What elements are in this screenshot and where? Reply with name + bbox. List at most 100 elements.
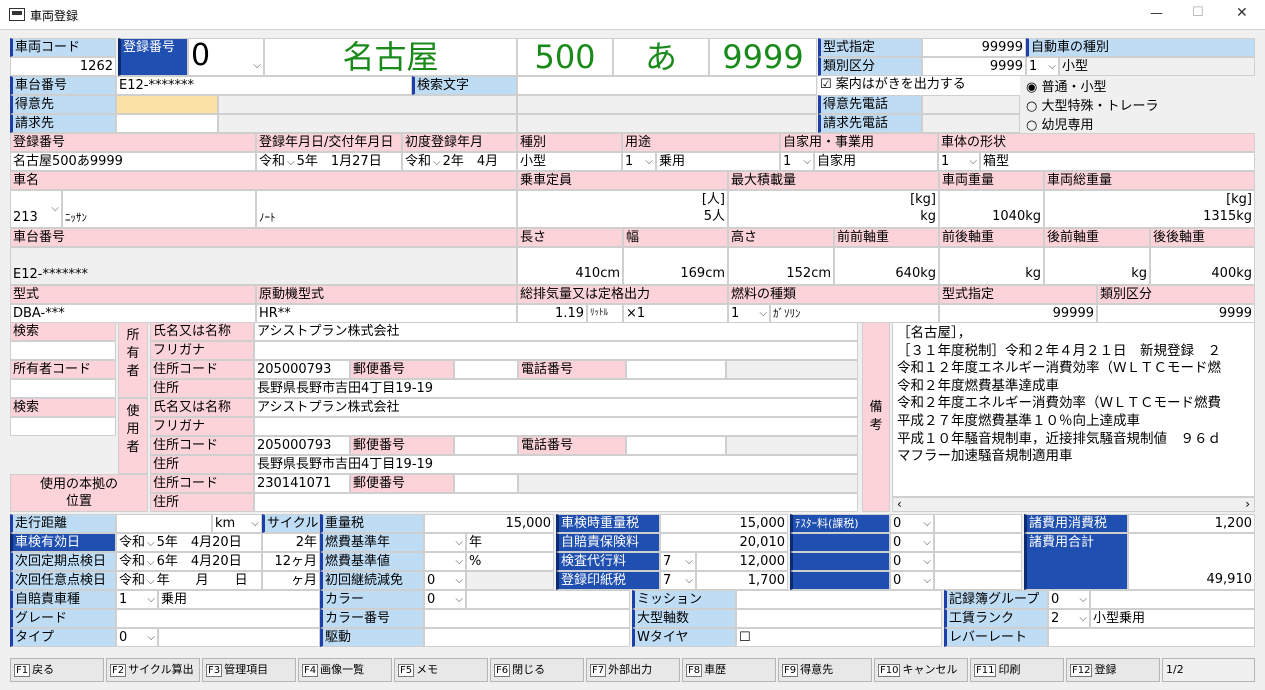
next-optional-months[interactable]: ヶ月 <box>262 571 320 590</box>
auto-type-select[interactable]: 1 ⌵ <box>1026 57 1059 76</box>
rf-axle-field[interactable]: kg <box>1044 247 1150 285</box>
o-addr-code-field[interactable]: 205000793 <box>254 360 350 379</box>
biz-select[interactable]: 1 ⌵ <box>780 152 814 171</box>
b-addr-code-field[interactable]: 230141071 <box>254 474 350 493</box>
type-field[interactable]: DBA-*** <box>10 304 256 323</box>
f9-customer-button[interactable]: F9 得意先 <box>778 658 872 682</box>
tester-fee-select[interactable]: 0 ⌵ <box>890 514 934 533</box>
kind-field[interactable]: 小型 <box>517 152 622 171</box>
customer-field[interactable] <box>116 95 218 114</box>
u-zip-field[interactable] <box>454 436 518 455</box>
category-field[interactable]: 9999 <box>922 57 1026 76</box>
wtire-checkbox[interactable]: ☐ <box>739 630 751 645</box>
color-value[interactable] <box>466 590 630 609</box>
f6-close-button[interactable]: F6 閉じる <box>490 658 584 682</box>
close-button[interactable]: ✕ <box>1236 5 1248 21</box>
inspect-weight-tax-field[interactable]: 15,000 <box>660 514 788 533</box>
lever-rate-field[interactable] <box>1048 628 1255 647</box>
scroll-left-icon[interactable]: ‹ <box>897 498 902 511</box>
u-addr-field[interactable]: 長野県長野市吉田4丁目19-19 <box>254 455 858 474</box>
type2-select[interactable]: 0 ⌵ <box>116 628 158 647</box>
o-tel-field[interactable] <box>626 360 726 379</box>
plate-kana-field[interactable]: あ <box>613 38 709 76</box>
width-field[interactable]: 169cm <box>623 247 728 285</box>
radio-large[interactable]: ○ 大型特殊・トレーラ <box>1026 97 1256 116</box>
o-name-field[interactable]: アシストプラン株式会社 <box>254 322 858 341</box>
vehicle-code-field[interactable]: 1262 <box>10 57 116 76</box>
chassis-field[interactable]: E12-******* <box>116 76 412 95</box>
f12-register-button[interactable]: F12 登録 <box>1066 658 1160 682</box>
remarks-textarea[interactable]: ［名古屋］， ［３１年度税制］令和２年４月２１日 新規登録 ２ 令和１２年度エネ… <box>892 322 1255 497</box>
o-addr-field[interactable]: 長野県長野市吉田4丁目19-19 <box>254 379 858 398</box>
ff-axle-field[interactable]: 640kg <box>834 247 939 285</box>
weight-tax-field[interactable]: 15,000 <box>424 514 554 533</box>
cycle-field[interactable]: 2年 <box>262 533 320 552</box>
fuel-value-select[interactable]: ⌵ <box>424 552 466 571</box>
fee3-field[interactable] <box>934 552 1022 571</box>
u-tel-field[interactable] <box>626 436 726 455</box>
reg-plate-field[interactable]: 名古屋500あ9999 <box>10 152 256 171</box>
o-zip-field[interactable] <box>454 360 518 379</box>
next-optional-field[interactable]: 令和 ⌵ 年 月 日 <box>116 571 262 590</box>
first-reg-field[interactable]: 令和 ⌵ 2年 4月 <box>402 152 517 171</box>
fuel-select[interactable]: 1 ⌵ <box>728 304 770 323</box>
f5-memo-button[interactable]: F5 メモ <box>394 658 488 682</box>
page-indicator[interactable]: 1/2 <box>1162 658 1255 682</box>
f10-cancel-button[interactable]: F10 キャンセル <box>874 658 968 682</box>
scroll-right-icon[interactable]: › <box>1245 498 1250 511</box>
mileage-field[interactable] <box>116 514 212 533</box>
fr-axle-field[interactable]: kg <box>939 247 1044 285</box>
record-group-select[interactable]: 0 ⌵ <box>1048 590 1090 609</box>
engine-field[interactable]: HR** <box>256 304 517 323</box>
owner-code-field[interactable] <box>10 379 116 398</box>
o-kana-field[interactable] <box>254 341 858 360</box>
agent-fee-field[interactable]: 12,000 <box>696 552 788 571</box>
use-select[interactable]: 1 ⌵ <box>622 152 656 171</box>
plate-class-field[interactable]: 500 <box>517 38 613 76</box>
fee2-select[interactable]: 0 ⌵ <box>890 533 934 552</box>
reg-date-field[interactable]: 令和 ⌵ 5年 1月27日 <box>256 152 402 171</box>
u-name-field[interactable]: アシストプラン株式会社 <box>254 398 858 417</box>
cmpl-type-select[interactable]: 1 ⌵ <box>116 590 158 609</box>
displacement-field[interactable]: 1.19 <box>517 304 587 323</box>
f8-history-button[interactable]: F8 車歴 <box>682 658 776 682</box>
search-text-field[interactable] <box>517 76 817 95</box>
f2-cycle-button[interactable]: F2 サイクル算出 <box>106 658 200 682</box>
remarks-scrollbar[interactable]: ‹ › <box>892 497 1255 512</box>
fee3-select[interactable]: 0 ⌵ <box>890 552 934 571</box>
f7-export-button[interactable]: F7 外部出力 <box>586 658 680 682</box>
postcard-checkbox[interactable]: ☑ 案内はがきを出力する <box>818 76 1020 95</box>
f1-back-button[interactable]: F1 戻る <box>10 658 104 682</box>
stamp-tax-select[interactable]: 7 ⌵ <box>660 571 696 590</box>
expiry-field[interactable]: 令和 ⌵ 5年 4月20日 <box>116 533 262 552</box>
next-regular-months[interactable]: 12ヶ月 <box>262 552 320 571</box>
minimize-button[interactable]: — <box>1150 6 1163 21</box>
next-regular-field[interactable]: 令和 ⌵ 6年 4月20日 <box>116 552 262 571</box>
agent-fee-select[interactable]: 7 ⌵ <box>660 552 696 571</box>
spec-field[interactable]: 99999 <box>939 304 1097 323</box>
tester-fee-field[interactable] <box>934 514 1022 533</box>
reg-no-select[interactable]: 0 ⌵ <box>188 38 264 76</box>
u-addr-code-field[interactable]: 205000793 <box>254 436 350 455</box>
owner-search-field[interactable] <box>10 341 116 360</box>
axles-field[interactable] <box>736 609 942 628</box>
mileage-unit-select[interactable]: km ⌵ <box>212 514 262 533</box>
b-zip-field[interactable] <box>454 474 518 493</box>
height-field[interactable]: 152cm <box>728 247 834 285</box>
billing-field[interactable] <box>116 114 218 133</box>
misc-total-field[interactable]: 49,910 <box>1128 533 1255 590</box>
drive-field[interactable] <box>424 628 630 647</box>
fee2-field[interactable] <box>934 533 1022 552</box>
insurance-field[interactable]: 20,010 <box>660 533 788 552</box>
color-select[interactable]: 0 ⌵ <box>424 590 466 609</box>
model-spec-field[interactable]: 99999 <box>922 38 1026 57</box>
fee4-select[interactable]: 0 ⌵ <box>890 571 934 590</box>
shape-select[interactable]: 1 ⌵ <box>938 152 980 171</box>
f11-print-button[interactable]: F11 印刷 <box>970 658 1064 682</box>
mission-field[interactable] <box>736 590 942 609</box>
capacity-field[interactable]: [人] 5人 <box>517 190 728 228</box>
model-name-field[interactable]: ﾉｰﾄ <box>256 190 517 228</box>
plate-area-field[interactable]: 名古屋 <box>264 38 517 76</box>
plate-number-field[interactable]: 9999 <box>709 38 817 76</box>
color-no-field[interactable] <box>424 609 630 628</box>
